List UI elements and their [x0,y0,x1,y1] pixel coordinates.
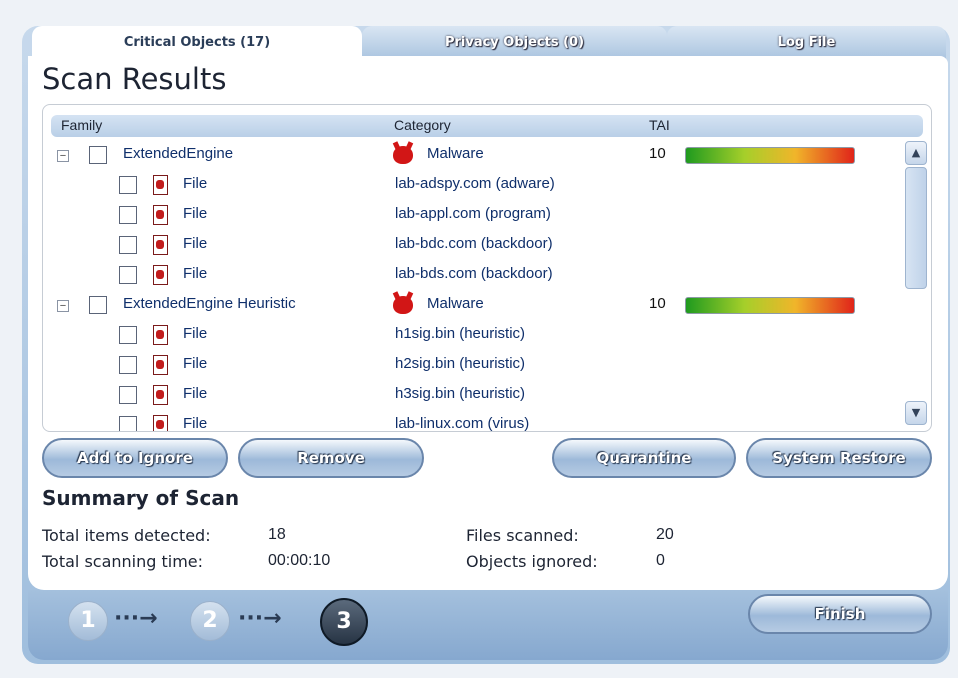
family-label: File [183,175,208,192]
family-label: ExtendedEngine [123,145,234,162]
scan-time-label: Total scanning time: [42,552,204,571]
row-checkbox[interactable] [119,266,137,284]
scroll-thumb[interactable] [905,167,927,289]
category-label: lab-appl.com (program) [395,205,551,222]
category-label: h3sig.bin (heuristic) [395,385,526,402]
scroll-down-icon[interactable]: ▼ [905,401,927,425]
table-row[interactable]: File h2sig.bin (heuristic) [43,351,903,381]
summary-title: Summary of Scan [42,486,240,510]
system-restore-button[interactable]: System Restore [746,438,932,478]
category-label: h2sig.bin (heuristic) [395,355,526,372]
scan-time-value: 00:00:10 [268,552,331,569]
table-row[interactable]: File lab-linux.com (virus) [43,411,903,432]
malware-devil-icon [393,296,413,314]
infected-file-icon [153,235,168,255]
tab-log-file[interactable]: Log File [667,26,946,60]
page-title: Scan Results [42,62,227,96]
category-label: lab-linux.com (virus) [395,415,530,432]
threat-level-bar [685,147,855,164]
row-checkbox[interactable] [119,176,137,194]
row-checkbox[interactable] [89,296,107,314]
group-row[interactable]: − ExtendedEngine Heuristic Malware 10 [43,291,903,321]
table-row[interactable]: File lab-bdc.com (backdoor) [43,231,903,261]
row-checkbox[interactable] [119,236,137,254]
category-label: lab-bdc.com (backdoor) [395,235,553,252]
family-label: File [183,235,208,252]
column-header-category[interactable]: Category [394,117,451,133]
row-checkbox[interactable] [119,416,137,431]
table-row[interactable]: File lab-adspy.com (adware) [43,171,903,201]
family-label: File [183,205,208,222]
tab-critical-objects[interactable]: Critical Objects (17) [32,26,362,60]
table-row[interactable]: File lab-appl.com (program) [43,201,903,231]
infected-file-icon [153,205,168,225]
row-checkbox[interactable] [119,206,137,224]
infected-file-icon [153,325,168,345]
category-label: Malware [427,295,484,312]
scroll-up-icon[interactable]: ▲ [905,141,927,165]
group-row[interactable]: − ExtendedEngine Malware 10 [43,141,903,171]
total-items-label: Total items detected: [42,526,211,545]
step-1-icon: 1 [68,601,108,641]
row-checkbox[interactable] [119,326,137,344]
collapse-icon[interactable]: − [57,300,69,312]
tai-value: 10 [649,295,666,312]
table-row[interactable]: File h1sig.bin (heuristic) [43,321,903,351]
infected-file-icon [153,385,168,405]
collapse-icon[interactable]: − [57,150,69,162]
add-to-ignore-button[interactable]: Add to Ignore [42,438,228,478]
remove-button[interactable]: Remove [238,438,424,478]
quarantine-button[interactable]: Quarantine [552,438,736,478]
threat-level-bar [685,297,855,314]
row-checkbox[interactable] [119,386,137,404]
family-label: ExtendedEngine Heuristic [123,295,296,312]
row-checkbox[interactable] [89,146,107,164]
category-label: h1sig.bin (heuristic) [395,325,526,342]
row-checkbox[interactable] [119,356,137,374]
tab-privacy-objects[interactable]: Privacy Objects (0) [362,26,667,60]
finish-button[interactable]: Finish [748,594,932,634]
family-label: File [183,325,208,342]
infected-file-icon [153,355,168,375]
category-label: lab-adspy.com (adware) [395,175,555,192]
category-label: Malware [427,145,484,162]
step-3-icon: 3 [320,598,368,646]
category-label: lab-bds.com (backdoor) [395,265,553,282]
objects-ignored-label: Objects ignored: [466,552,598,571]
column-header-tai[interactable]: TAI [649,117,670,133]
family-label: File [183,385,208,402]
results-grid: Family Category TAI − ExtendedEngine Mal… [42,104,932,432]
total-items-value: 18 [268,526,286,543]
step-arrow-icon: ···→ [238,606,282,631]
tai-value: 10 [649,145,666,162]
table-row[interactable]: File lab-bds.com (backdoor) [43,261,903,291]
table-row[interactable]: File h3sig.bin (heuristic) [43,381,903,411]
family-label: File [183,265,208,282]
infected-file-icon [153,175,168,195]
malware-devil-icon [393,146,413,164]
objects-ignored-value: 0 [656,552,665,569]
step-2-icon: 2 [190,601,230,641]
family-label: File [183,415,208,432]
infected-file-icon [153,415,168,431]
files-scanned-label: Files scanned: [466,526,579,545]
grid-header: Family Category TAI [51,115,923,137]
step-arrow-icon: ···→ [114,606,158,631]
vertical-scrollbar[interactable]: ▲ ▼ [905,141,927,425]
family-label: File [183,355,208,372]
files-scanned-value: 20 [656,526,674,543]
column-header-family[interactable]: Family [61,117,102,133]
infected-file-icon [153,265,168,285]
